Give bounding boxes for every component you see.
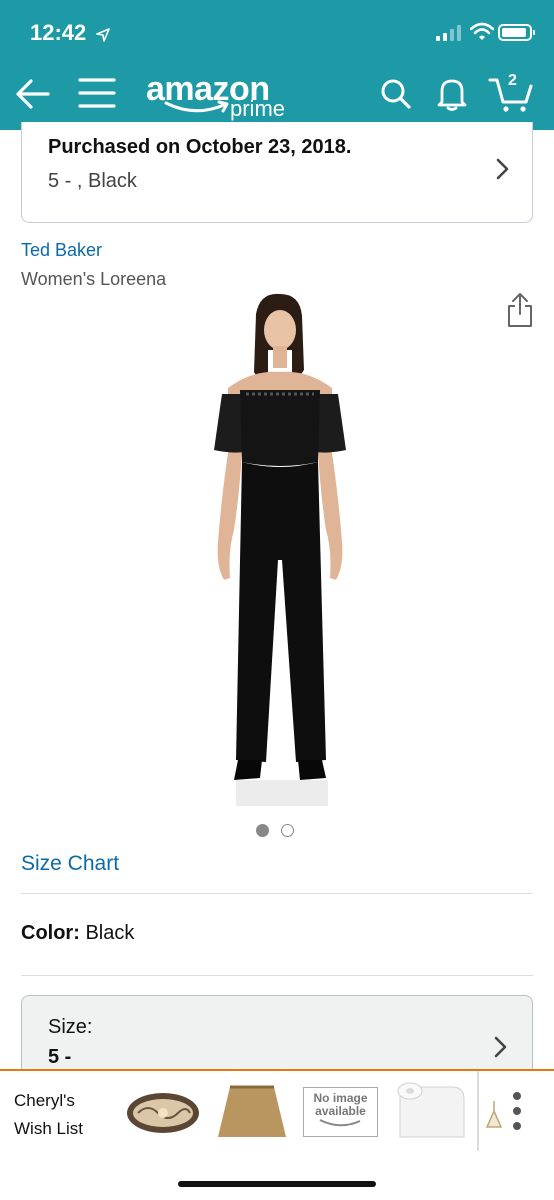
amazon-prime-logo[interactable]: amazon prime xyxy=(146,70,296,121)
app-header: amazon prime 2 xyxy=(0,62,554,130)
wifi-icon xyxy=(470,22,494,40)
wish-list-label[interactable]: Cheryl's Wish List xyxy=(14,1087,83,1143)
time-text: 12:42 xyxy=(30,20,87,45)
status-time: 12:42 xyxy=(30,20,111,46)
wish-list-title: Wish List xyxy=(14,1119,83,1138)
location-arrow-icon xyxy=(96,28,111,42)
no-image-line2: available xyxy=(315,1104,366,1118)
home-indicator[interactable] xyxy=(178,1181,376,1187)
back-arrow-icon[interactable] xyxy=(14,76,52,112)
image-pagination[interactable] xyxy=(256,822,306,840)
partial-item-thumbnail[interactable] xyxy=(484,1099,504,1133)
chevron-right-icon xyxy=(494,1036,507,1058)
color-row: Color: Black xyxy=(21,922,134,945)
smile-arrow-icon xyxy=(319,1119,360,1127)
ceiling-light-thumbnail[interactable] xyxy=(124,1085,202,1141)
more-options-icon[interactable] xyxy=(512,1091,522,1131)
product-name: Women's Loreena xyxy=(21,269,167,289)
pagination-dot[interactable] xyxy=(281,824,294,838)
color-value: Black xyxy=(85,922,135,944)
size-chart-link[interactable]: Size Chart xyxy=(21,852,119,876)
search-icon[interactable] xyxy=(380,78,412,110)
chevron-right-icon xyxy=(496,158,509,180)
no-image-thumbnail[interactable]: No image available xyxy=(303,1087,378,1137)
color-label: Color: xyxy=(21,922,80,944)
purchased-date: Purchased on October 23, 2018. xyxy=(48,136,352,158)
smile-arrow-icon xyxy=(164,100,229,113)
purchase-history-card[interactable]: Purchased on October 23, 2018. 5 - , Bla… xyxy=(21,122,533,223)
divider xyxy=(21,893,533,894)
cart-count[interactable]: 2 xyxy=(508,72,517,90)
divider xyxy=(21,975,533,976)
product-image[interactable] xyxy=(200,290,360,810)
brand-link[interactable]: Ted Baker xyxy=(21,240,102,261)
divider xyxy=(477,1071,479,1151)
pagination-dot-active[interactable] xyxy=(256,824,269,838)
battery-icon xyxy=(498,24,535,41)
share-icon[interactable] xyxy=(506,292,534,328)
wish-list-name: Cheryl's xyxy=(14,1091,75,1110)
purchased-details: 5 - , Black xyxy=(48,170,137,192)
lamp-shade-thumbnail[interactable] xyxy=(214,1083,290,1141)
mattress-topper-thumbnail[interactable] xyxy=(390,1077,470,1147)
size-value: 5 - xyxy=(48,1046,72,1068)
logo-prime: prime xyxy=(230,96,286,121)
menu-icon[interactable] xyxy=(78,76,116,110)
status-bar: 12:42 xyxy=(0,0,554,62)
signal-icon xyxy=(436,25,461,41)
size-label: Size: xyxy=(48,1016,93,1038)
bell-icon[interactable] xyxy=(436,76,468,112)
